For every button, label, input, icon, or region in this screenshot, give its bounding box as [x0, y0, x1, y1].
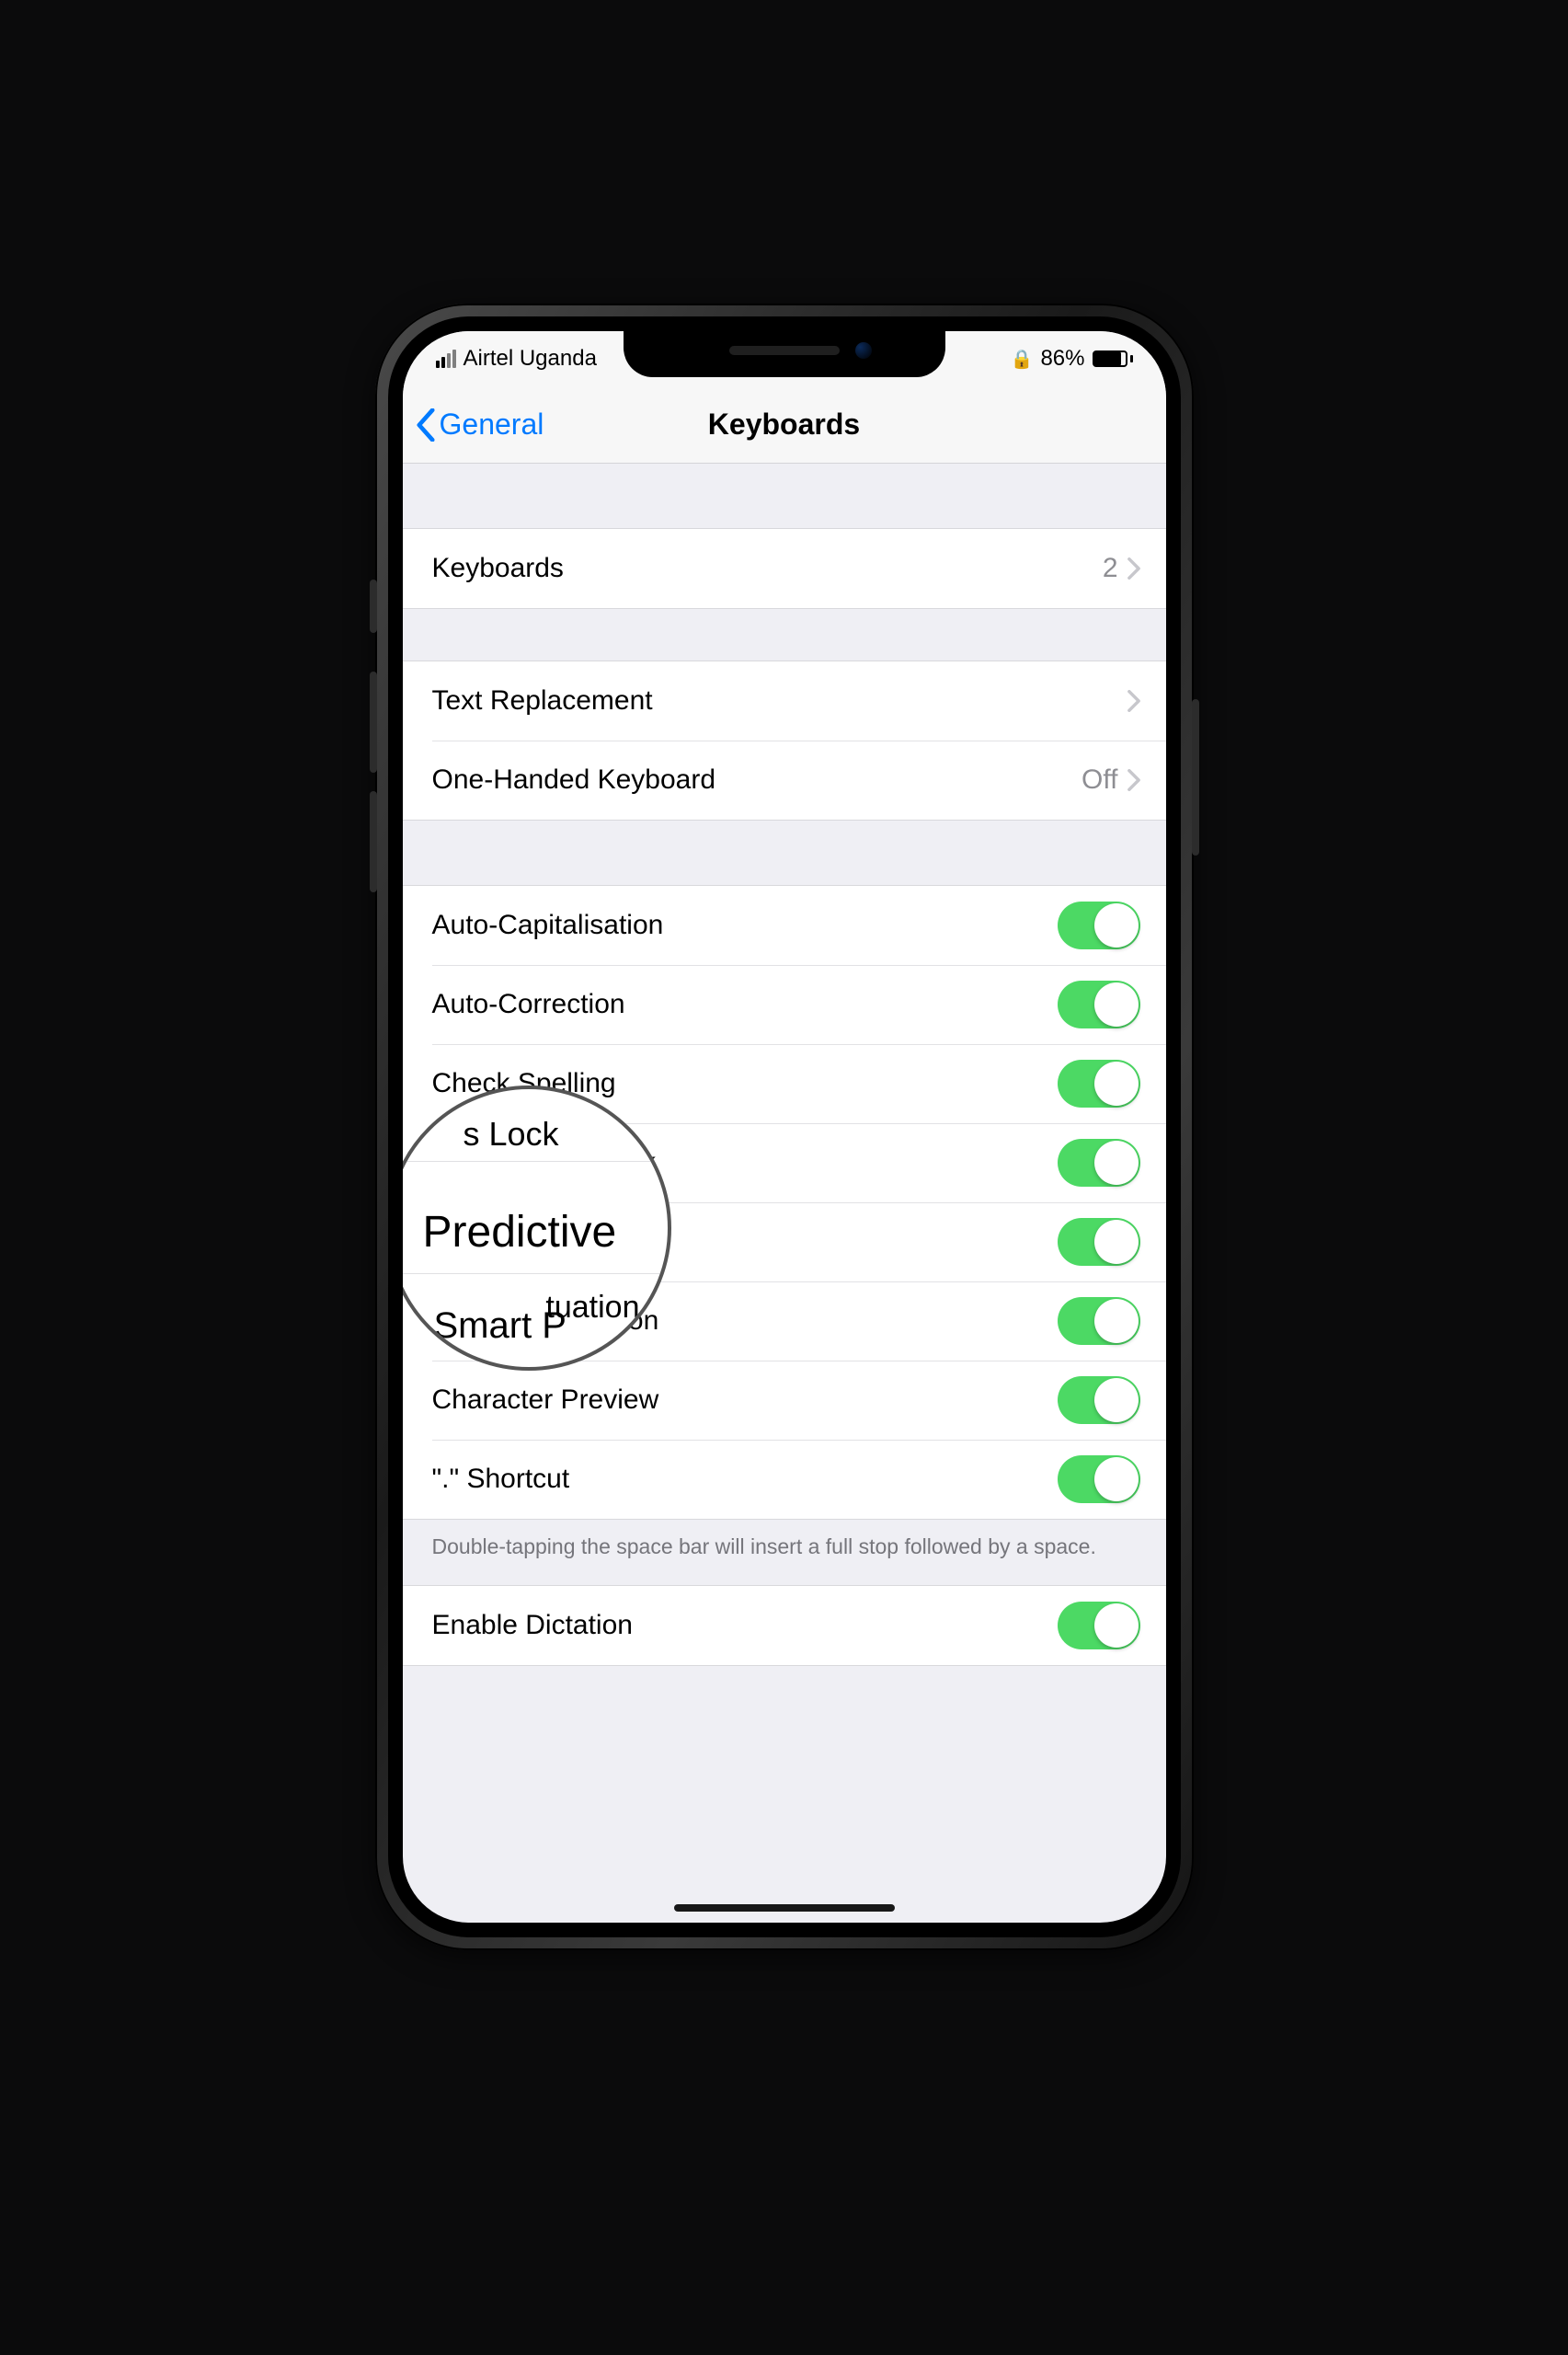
- chevron-right-icon: [1127, 557, 1140, 580]
- toggle-predictive[interactable]: [1058, 1218, 1140, 1266]
- mute-switch: [370, 580, 377, 633]
- chevron-right-icon: [1127, 769, 1140, 791]
- magnifier-fragment-top: s Lock: [464, 1115, 668, 1154]
- row-label: Auto-Correction: [432, 989, 1058, 1020]
- row-character-preview: Character Preview: [403, 1361, 1166, 1440]
- row-label: Auto-Capitalisation: [432, 910, 1058, 941]
- row-auto-capitalisation: Auto-Capitalisation: [403, 886, 1166, 965]
- row-enable-dictation: Enable Dictation: [403, 1586, 1166, 1665]
- notch: [624, 331, 945, 377]
- row-label: Enable Dictation: [432, 1610, 1058, 1641]
- toggle-auto-capitalisation[interactable]: [1058, 902, 1140, 949]
- navigation-bar: General Keyboards: [403, 386, 1166, 464]
- home-indicator[interactable]: [674, 1904, 895, 1912]
- row-auto-correction: Auto-Correction: [403, 965, 1166, 1044]
- toggle-check-spelling[interactable]: [1058, 1060, 1140, 1108]
- volume-up-button: [370, 672, 377, 773]
- page-title: Keyboards: [403, 408, 1166, 442]
- carrier-label: Airtel Uganda: [464, 346, 597, 372]
- section-footer-note: Double-tapping the space bar will insert…: [403, 1520, 1166, 1585]
- volume-down-button: [370, 791, 377, 892]
- battery-percentage: 86%: [1040, 346, 1084, 372]
- toggle-character-preview[interactable]: [1058, 1376, 1140, 1424]
- toggle-auto-correction[interactable]: [1058, 981, 1140, 1028]
- signal-icon: [436, 350, 456, 368]
- toggle-period-shortcut[interactable]: [1058, 1455, 1140, 1503]
- orientation-lock-icon: 🔒: [1011, 348, 1034, 371]
- row-text-replacement[interactable]: Text Replacement: [403, 661, 1166, 741]
- magnifier-fragment-bottom: Smart P: [434, 1305, 668, 1347]
- row-value: 2: [1103, 553, 1118, 584]
- battery-icon: [1093, 350, 1133, 367]
- row-label: Character Preview: [432, 1384, 1058, 1416]
- chevron-right-icon: [1127, 690, 1140, 712]
- screen: Airtel Uganda 🔒 86% General Keyboards: [403, 331, 1166, 1923]
- row-label: One-Handed Keyboard: [432, 764, 1082, 796]
- magnifier-focus-text: Predictive: [423, 1207, 617, 1258]
- power-button: [1192, 699, 1199, 856]
- row-label: "." Shortcut: [432, 1464, 1058, 1495]
- row-one-handed-keyboard[interactable]: One-Handed Keyboard Off: [403, 741, 1166, 820]
- toggle-enable-dictation[interactable]: [1058, 1602, 1140, 1649]
- row-value: Off: [1082, 764, 1117, 796]
- phone-frame: Airtel Uganda 🔒 86% General Keyboards: [375, 304, 1194, 1950]
- toggle-smart-punctuation[interactable]: [1058, 1297, 1140, 1345]
- row-keyboards[interactable]: Keyboards 2: [403, 529, 1166, 608]
- row-label: Text Replacement: [432, 685, 1127, 717]
- magnifier-overlay: s Lock Predictive tuation Smart P: [403, 1086, 671, 1371]
- toggle-caps-lock[interactable]: [1058, 1139, 1140, 1187]
- row-label: Keyboards: [432, 553, 1103, 584]
- row-period-shortcut: "." Shortcut: [403, 1440, 1166, 1519]
